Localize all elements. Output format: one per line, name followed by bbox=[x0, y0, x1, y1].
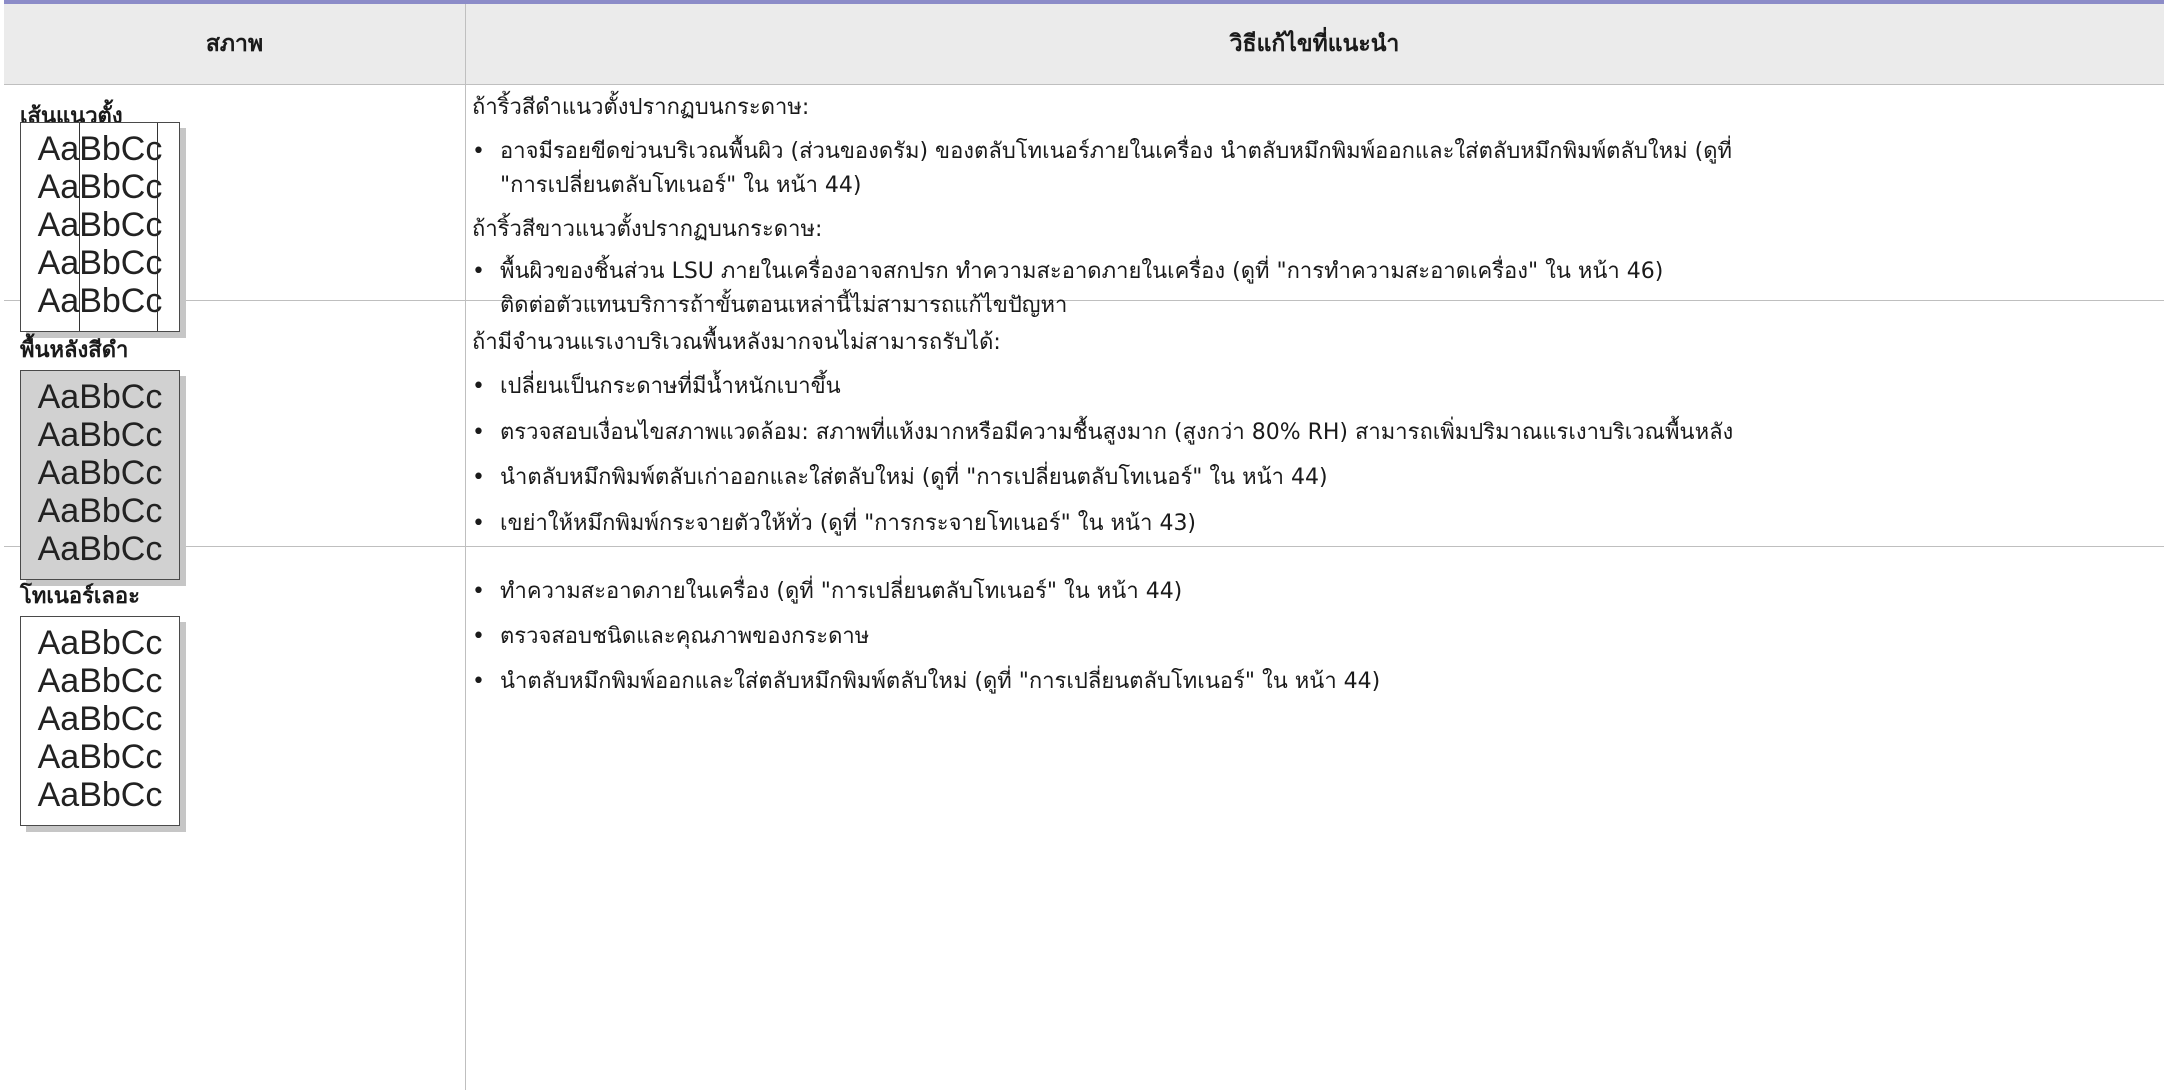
list-item-text: นำตลับหมึกพิมพ์ตลับเก่าออกและใส่ตลับใหม่… bbox=[500, 465, 1328, 490]
sample-line: AaBbCc bbox=[37, 530, 163, 568]
background-shading-intro: ถ้ามีจำนวนแรเงาบริเวณพื้นหลังมากจนไม่สาม… bbox=[472, 330, 1001, 355]
list-item-text: ตรวจสอบเงื่อนไขสภาพแวดล้อม: สภาพที่แห้งม… bbox=[500, 420, 1734, 445]
bullet-marker: • bbox=[472, 465, 485, 490]
list-item-text: ติดต่อตัวแทนบริการถ้าขั้นตอนเหล่านี้ไม่ส… bbox=[500, 293, 1068, 318]
vertical-streak bbox=[157, 123, 158, 331]
bullet-marker: • bbox=[472, 579, 485, 604]
dark-background-sample: AaBbCc AaBbCc AaBbCc AaBbCc AaBbCc bbox=[20, 370, 180, 580]
bullet-marker: • bbox=[472, 624, 485, 649]
table-header: สภาพ วิธีแก้ไขที่แนะนำ bbox=[4, 4, 2164, 85]
vertical-lines-sample: AaBbCc AaBbCc AaBbCc AaBbCc AaBbCc bbox=[20, 122, 180, 332]
row-divider bbox=[4, 546, 2164, 547]
list-item-text: พื้นผิวของชิ้นส่วน LSU ภายในเครื่องอาจสก… bbox=[500, 259, 1664, 284]
bullet-marker: • bbox=[472, 259, 485, 284]
condition-dark-background-title: พื้นหลังสีดำ bbox=[20, 338, 129, 363]
sample-line: AaBbCc bbox=[37, 700, 163, 738]
list-item-text: "การเปลี่ยนตลับโทเนอร์" ใน หน้า 44) bbox=[500, 173, 862, 198]
sample-line: AaBbCc bbox=[37, 738, 163, 776]
white-streak-intro: ถ้าริ้วสีขาวแนวตั้งปรากฏบนกระดาษ: bbox=[472, 217, 823, 242]
sample-line: AaBbCc bbox=[37, 168, 163, 206]
sample-line: AaBbCc bbox=[37, 416, 163, 454]
bullet-marker: • bbox=[472, 139, 485, 164]
sample-line: AaBbCc bbox=[37, 454, 163, 492]
sample-line: AaBbCc bbox=[37, 662, 163, 700]
header-solution: วิธีแก้ไขที่แนะนำ bbox=[1229, 31, 1400, 57]
black-streak-intro: ถ้าริ้วสีดำแนวตั้งปรากฏบนกระดาษ: bbox=[472, 95, 810, 120]
sample-line: AaBbCc bbox=[37, 776, 163, 814]
column-divider bbox=[465, 4, 466, 1090]
list-item-text: เปลี่ยนเป็นกระดาษที่มีน้ำหนักเบาขึ้น bbox=[500, 374, 841, 399]
sample-line: AaBbCc bbox=[37, 624, 163, 662]
list-item-text: นำตลับหมึกพิมพ์ออกและใส่ตลับหมึกพิมพ์ตลั… bbox=[500, 669, 1381, 694]
condition-toner-smear-title: โทเนอร์เลอะ bbox=[20, 584, 140, 609]
sample-line: AaBbCc bbox=[37, 244, 163, 282]
list-item-text: อาจมีรอยขีดข่วนบริเวณพื้นผิว (ส่วนของดรั… bbox=[500, 139, 1732, 164]
toner-smear-sample: AaBbCc AaBbCc AaBbCc AaBbCc AaBbCc bbox=[20, 616, 180, 826]
header-condition: สภาพ bbox=[205, 31, 264, 57]
sample-line: AaBbCc bbox=[37, 282, 163, 320]
sample-line: AaBbCc bbox=[37, 378, 163, 416]
bullet-marker: • bbox=[472, 669, 485, 694]
bullet-marker: • bbox=[472, 420, 485, 445]
bullet-marker: • bbox=[472, 511, 485, 536]
list-item-text: ทำความสะอาดภายในเครื่อง (ดูที่ "การเปลี่… bbox=[500, 579, 1183, 604]
sample-line: AaBbCc bbox=[37, 130, 163, 168]
list-item-text: ตรวจสอบชนิดและคุณภาพของกระดาษ bbox=[500, 624, 870, 649]
row-divider bbox=[4, 300, 2164, 301]
sample-line: AaBbCc bbox=[37, 492, 163, 530]
list-item-text: เขย่าให้หมึกพิมพ์กระจายตัวให้ทั่ว (ดูที่… bbox=[500, 511, 1197, 536]
sample-line: AaBbCc bbox=[37, 206, 163, 244]
bullet-marker: • bbox=[472, 374, 485, 399]
vertical-streak bbox=[79, 123, 80, 331]
